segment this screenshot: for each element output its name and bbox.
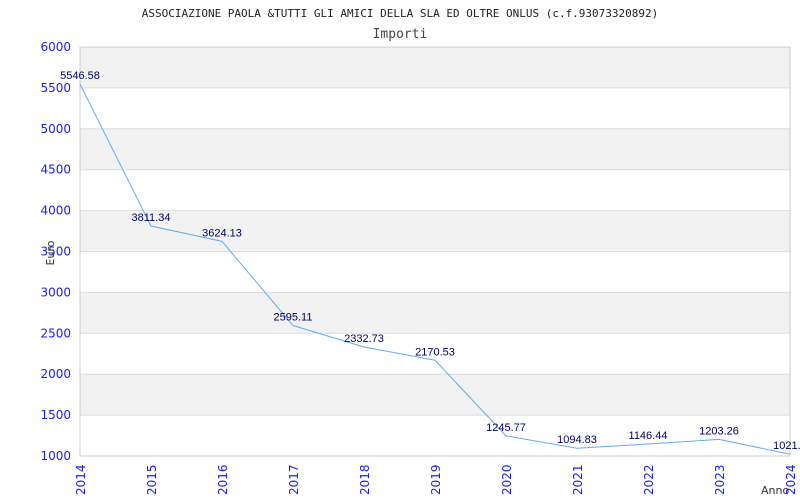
data-label: 2332.73: [344, 333, 384, 345]
grid-band: [80, 210, 790, 252]
y-tick-label: 5500: [40, 81, 71, 95]
data-label: 3811.34: [132, 212, 171, 224]
grid-band: [80, 47, 790, 88]
x-tick-label: 2015: [145, 464, 159, 495]
x-tick-label: 2016: [216, 464, 230, 495]
data-label: 2170.53: [415, 346, 455, 358]
y-tick-label: 5000: [40, 122, 71, 136]
grid-band: [80, 87, 790, 129]
y-tick-label: 4500: [40, 163, 71, 177]
x-tick-label: 2022: [642, 464, 656, 495]
x-tick-label: 2017: [287, 464, 301, 495]
grid-band: [80, 292, 790, 334]
x-tick-label: 2014: [74, 464, 88, 495]
x-tick-label: 2019: [429, 464, 443, 495]
y-tick-label: 6000: [40, 40, 71, 54]
data-label: 1094.83: [557, 434, 597, 446]
data-label: 1203.26: [699, 425, 739, 437]
y-tick-label: 1000: [40, 449, 71, 463]
chart-subtitle: Importi: [373, 27, 428, 42]
y-tick-label: 4000: [40, 204, 71, 218]
grid-band: [80, 415, 790, 456]
y-tick-label: 1500: [40, 408, 71, 422]
data-label: 1146.44: [629, 430, 668, 442]
y-axis-label: Euro: [44, 240, 57, 265]
grid-band: [80, 169, 790, 211]
y-tick-label: 3000: [40, 285, 71, 299]
y-tick-label: 2500: [40, 326, 71, 340]
data-label: 1245.77: [486, 422, 526, 434]
data-label: 1021.9: [773, 440, 800, 452]
grid-band: [80, 251, 790, 293]
data-label: 3624.13: [202, 227, 242, 239]
data-label: 2595.11: [274, 312, 313, 324]
chart-title: ASSOCIAZIONE PAOLA &TUTTI GLI AMICI DELL…: [142, 7, 659, 20]
x-axis-label: Anno: [761, 484, 789, 497]
grid-band: [80, 374, 790, 416]
x-tick-label: 2020: [500, 464, 514, 495]
chart: ASSOCIAZIONE PAOLA &TUTTI GLI AMICI DELL…: [0, 0, 800, 500]
x-tick-label: 2023: [713, 464, 727, 495]
x-tick-label: 2018: [358, 464, 372, 495]
data-label: 5546.58: [60, 70, 100, 82]
x-tick-label: 2021: [571, 464, 585, 495]
y-tick-label: 2000: [40, 367, 71, 381]
line-chart: ASSOCIAZIONE PAOLA &TUTTI GLI AMICI DELL…: [40, 7, 800, 497]
grid-band: [80, 128, 790, 170]
